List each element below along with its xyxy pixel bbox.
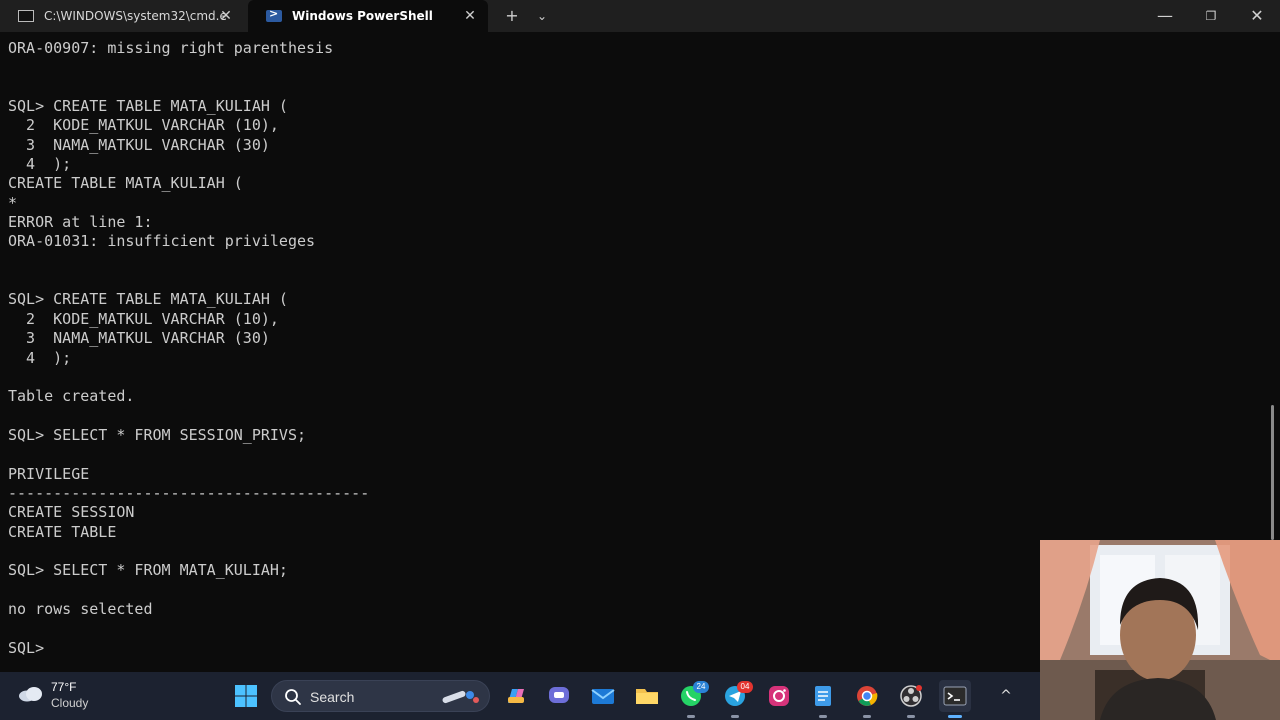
terminal-icon[interactable] <box>939 680 971 718</box>
terminal-line: SQL> CREATE TABLE MATA_KULIAH ( <box>8 290 288 309</box>
new-tab-button[interactable]: + <box>496 0 528 32</box>
tab-cmd[interactable]: C:\WINDOWS\system32\cmd.e ✕ <box>0 0 244 32</box>
telegram-badge: 04 <box>737 681 753 693</box>
terminal-line: SQL> CREATE TABLE MATA_KULIAH ( <box>8 97 288 116</box>
terminal-line: ORA-01031: insufficient privileges <box>8 232 316 251</box>
copilot-icon[interactable] <box>500 680 532 712</box>
terminal-output: ORA-00907: missing right parenthesis SQL… <box>8 39 369 658</box>
notepad-icon[interactable] <box>807 680 839 718</box>
tab-label: Windows PowerShell <box>292 9 433 23</box>
terminal-line: CREATE TABLE MATA_KULIAH ( <box>8 174 243 193</box>
teams-icon[interactable] <box>543 680 575 712</box>
terminal-line: ORA-00907: missing right parenthesis <box>8 39 334 57</box>
running-indicator <box>731 715 739 718</box>
cmd-icon <box>18 10 34 22</box>
windows-start-icon[interactable] <box>234 684 258 708</box>
close-window-button[interactable]: ✕ <box>1240 0 1274 32</box>
terminal-pane[interactable]: ORA-00907: missing right parenthesis SQL… <box>0 32 1040 672</box>
terminal-line: 4 ); <box>8 348 72 367</box>
obs-icon[interactable] <box>895 680 927 718</box>
terminal-line: CREATE SESSION <box>8 503 135 522</box>
chrome-icon[interactable] <box>851 680 883 718</box>
terminal-line: PRIVILEGE <box>8 464 90 483</box>
terminal-line: ERROR at line 1: <box>8 213 153 232</box>
folder-icon[interactable] <box>631 680 663 712</box>
running-indicator <box>863 715 871 718</box>
instagram-icon[interactable] <box>763 680 795 712</box>
terminal-line: 2 KODE_MATKUL VARCHAR (10), <box>8 116 279 135</box>
running-indicator <box>687 715 695 718</box>
whatsapp-badge: 24 <box>693 681 709 693</box>
running-indicator <box>948 715 962 718</box>
search-label: Search <box>310 689 355 705</box>
terminal-line: SQL> <box>8 638 54 657</box>
terminal-line: 3 NAMA_MATKUL VARCHAR (30) <box>8 329 270 348</box>
search-icon <box>285 689 301 705</box>
terminal-pane-right <box>1040 32 1280 540</box>
cloud-icon <box>19 687 42 702</box>
tab-powershell[interactable]: Windows PowerShell ✕ <box>248 0 488 32</box>
running-indicator <box>907 715 915 718</box>
terminal-line: * <box>8 193 18 212</box>
terminal-line: 4 ); <box>8 155 72 174</box>
terminal-line: ---------------------------------------- <box>8 483 370 502</box>
minimize-button[interactable]: — <box>1148 0 1182 32</box>
search-box[interactable]: Search <box>271 680 490 712</box>
terminal-line: 2 KODE_MATKUL VARCHAR (10), <box>8 309 279 328</box>
title-bar: C:\WINDOWS\system32\cmd.e ✕ Windows Powe… <box>0 0 1280 32</box>
terminal-line: 3 NAMA_MATKUL VARCHAR (30) <box>8 135 270 154</box>
search-highlight-icon <box>442 690 479 704</box>
tab-label: C:\WINDOWS\system32\cmd.e <box>44 9 227 23</box>
terminal-line: SQL> SELECT * FROM SESSION_PRIVS; <box>8 425 307 444</box>
telegram-icon[interactable]: 04 <box>719 680 753 718</box>
weather-widget[interactable]: 77°F Cloudy <box>18 678 118 714</box>
weather-temperature: 77°F <box>51 680 77 694</box>
close-tab-icon[interactable]: ✕ <box>218 8 234 24</box>
scrollbar[interactable] <box>1271 405 1274 540</box>
terminal-line: Table created. <box>8 387 135 406</box>
whatsapp-icon[interactable]: 24 <box>675 680 709 718</box>
tray-chevron-icon[interactable]: ^ <box>996 684 1016 708</box>
close-tab-icon[interactable]: ✕ <box>462 8 478 24</box>
tab-dropdown-button[interactable]: ⌄ <box>526 0 558 32</box>
terminal-line: CREATE TABLE <box>8 522 117 541</box>
terminal-line: no rows selected <box>8 599 153 618</box>
running-indicator <box>819 715 827 718</box>
webcam-overlay <box>1040 540 1280 720</box>
mail-icon[interactable] <box>587 680 619 712</box>
weather-condition: Cloudy <box>51 696 89 710</box>
powershell-icon <box>266 7 282 22</box>
terminal-line: SQL> SELECT * FROM MATA_KULIAH; <box>8 561 288 580</box>
maximize-button[interactable]: ❐ <box>1194 0 1228 32</box>
